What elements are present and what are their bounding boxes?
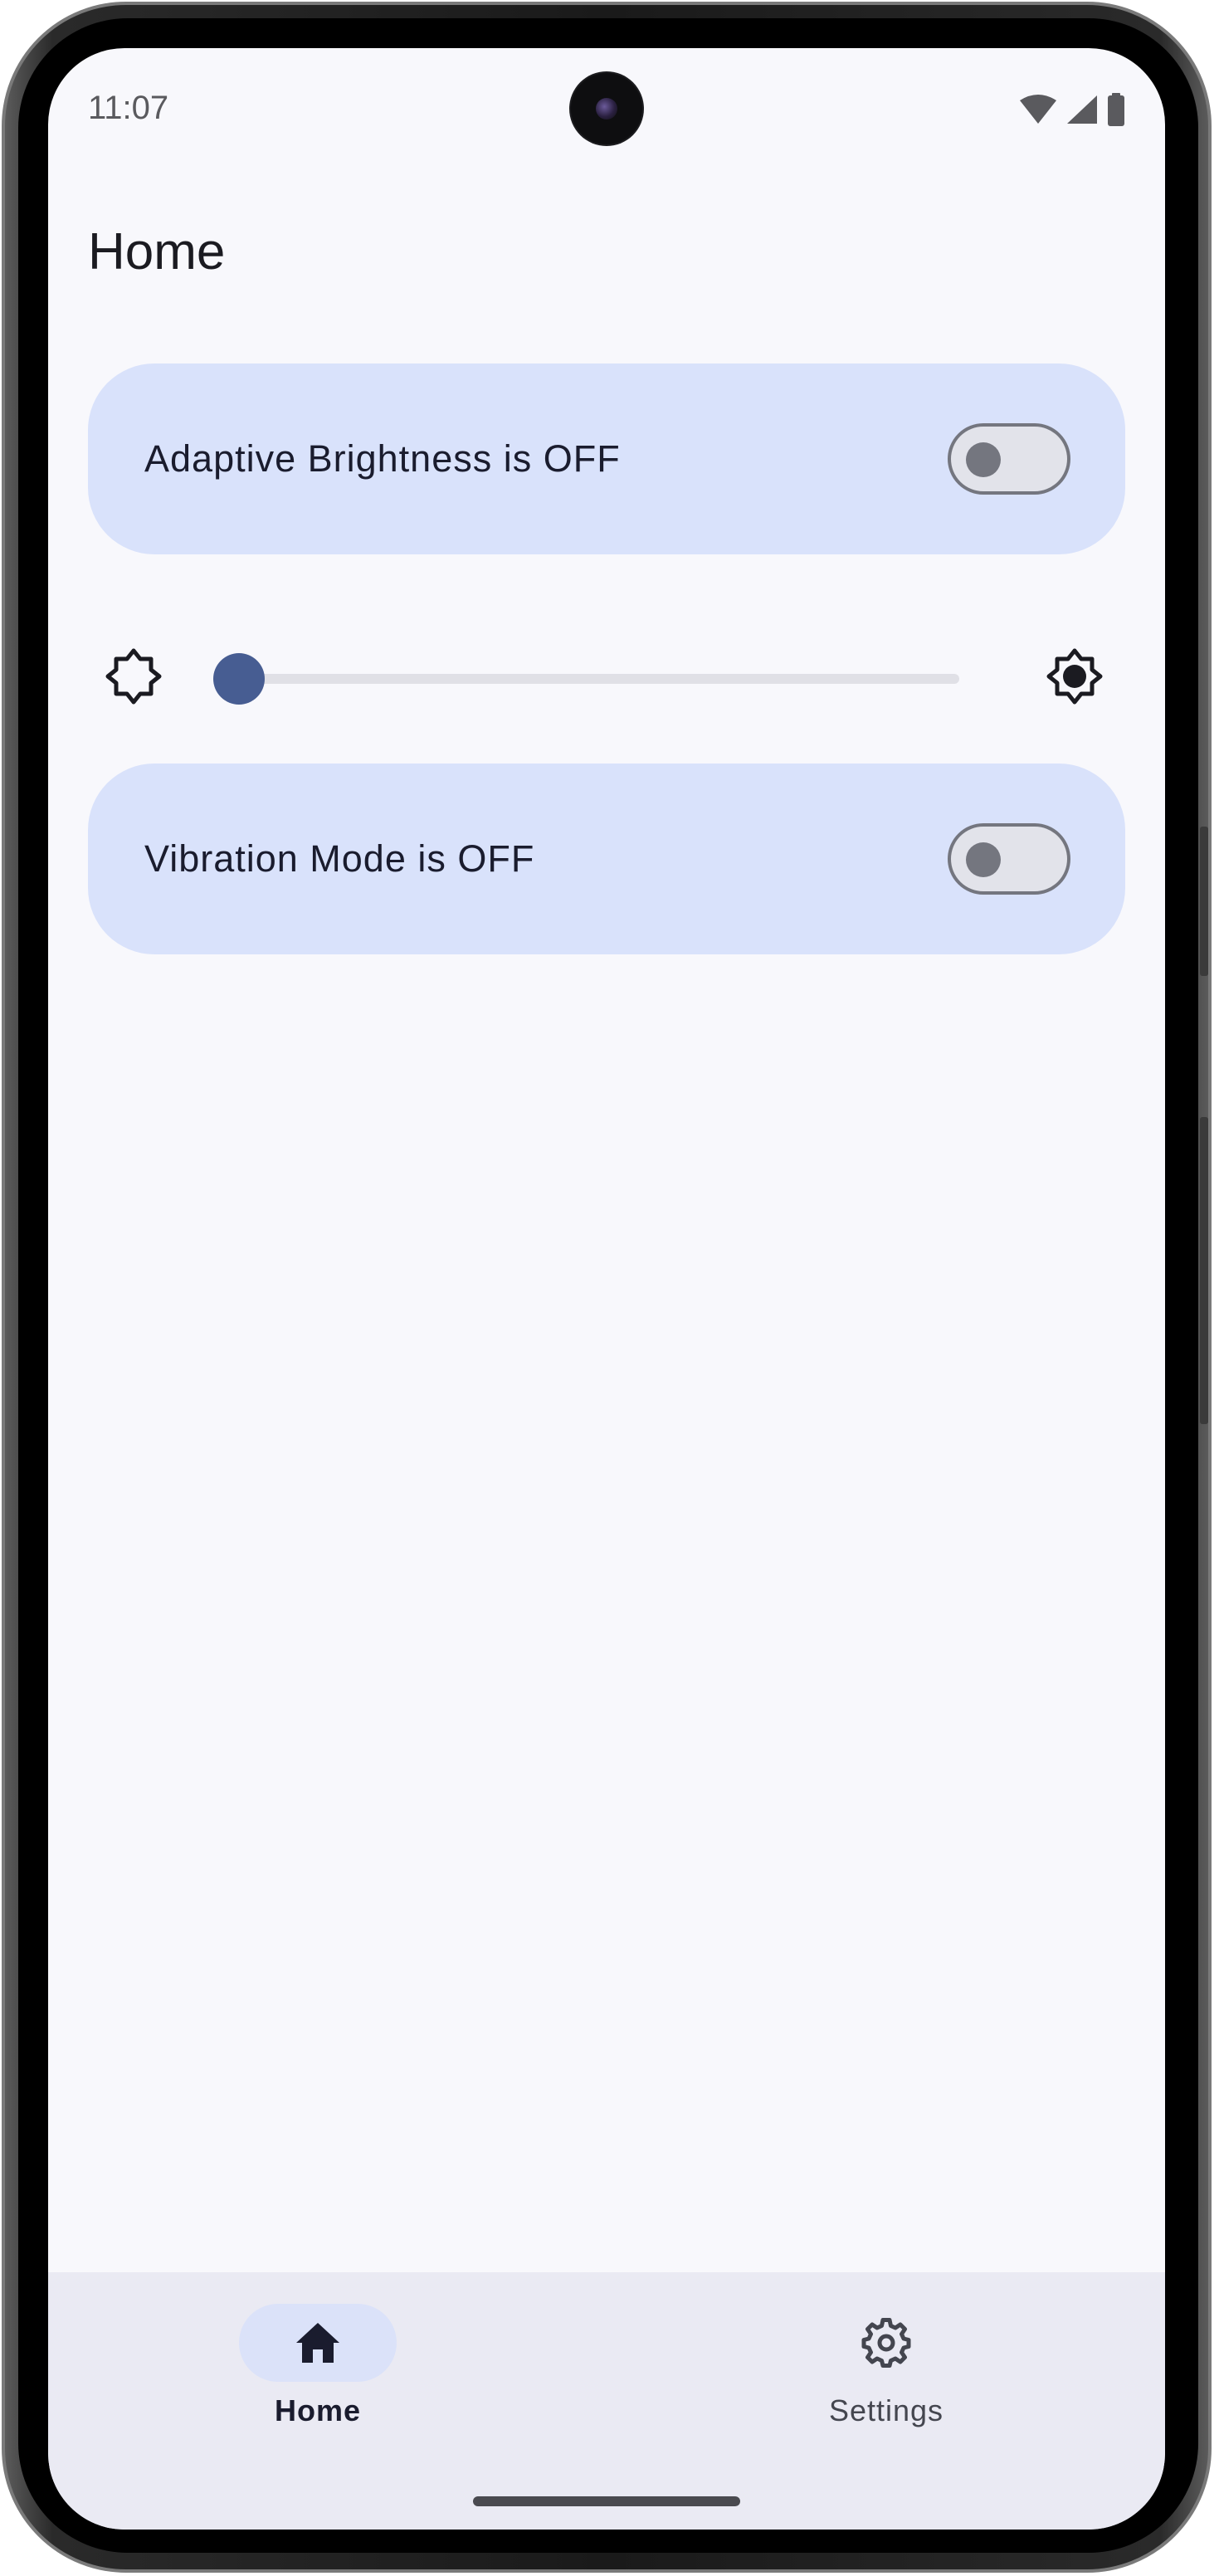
- adaptive-brightness-toggle[interactable]: [948, 423, 1070, 495]
- front-camera: [571, 73, 642, 144]
- brightness-slider-track[interactable]: [217, 674, 959, 684]
- bottom-navigation-bar: Home Settings: [48, 2272, 1165, 2530]
- page-title: Home: [88, 223, 226, 281]
- adaptive-brightness-label: Adaptive Brightness is OFF: [144, 437, 621, 480]
- volume-button: [1200, 827, 1208, 976]
- cellular-signal-icon: [1067, 95, 1097, 124]
- gesture-navigation-handle[interactable]: [473, 2496, 740, 2506]
- brightness-high-icon: [1046, 648, 1103, 705]
- home-icon: [296, 2323, 339, 2363]
- status-bar: 11:07: [48, 48, 1165, 173]
- nav-label-home: Home: [274, 2393, 362, 2427]
- brightness-slider-row: [88, 629, 1125, 729]
- wifi-icon: [1020, 95, 1056, 124]
- status-icons: [1019, 93, 1125, 126]
- toggle-thumb: [966, 442, 1001, 477]
- power-button: [1200, 1117, 1208, 1424]
- nav-label-settings: Settings: [828, 2393, 944, 2427]
- settings-gear-icon: [861, 2318, 911, 2368]
- vibration-mode-label: Vibration Mode is OFF: [144, 837, 535, 880]
- brightness-slider-thumb[interactable]: [212, 653, 265, 705]
- toggle-thumb: [966, 842, 1001, 877]
- nav-item-home[interactable]: Home: [214, 2304, 422, 2453]
- vibration-mode-card[interactable]: Vibration Mode is OFF: [88, 764, 1125, 954]
- vibration-mode-toggle[interactable]: [948, 823, 1070, 895]
- app-screen: 11:07 Home Adaptive Brightness is OFF Vi…: [48, 48, 1165, 2530]
- adaptive-brightness-card[interactable]: Adaptive Brightness is OFF: [88, 363, 1125, 554]
- nav-item-settings[interactable]: Settings: [783, 2304, 990, 2453]
- battery-icon: [1108, 93, 1124, 126]
- status-time: 11:07: [88, 90, 169, 126]
- device-frame: 11:07 Home Adaptive Brightness is OFF Vi…: [0, 0, 1219, 2576]
- brightness-low-icon: [105, 648, 162, 705]
